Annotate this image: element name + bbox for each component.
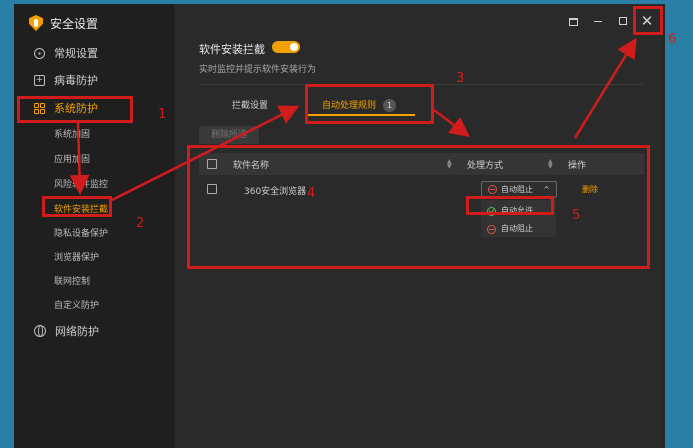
sidebar-item-general[interactable]: 常规设置: [34, 45, 98, 61]
option-label: 自动阻止: [501, 224, 533, 233]
subitem-browser-protect[interactable]: 浏览器保护: [54, 250, 99, 263]
settings-window: 安全设置 常规设置 + 病毒防护 系统防护 系统加固 应用加固 风险软件监控 软…: [14, 4, 665, 448]
option-label: 自动允许: [501, 206, 533, 215]
sidebar-item-label: 病毒防护: [54, 74, 98, 87]
app-brand: 安全设置: [29, 13, 98, 33]
subitem-custom-protect[interactable]: 自定义防护: [54, 298, 99, 311]
maximize-button[interactable]: [616, 14, 630, 28]
block-icon: [487, 225, 496, 234]
subitem-privacy-device[interactable]: 隐私设备保护: [54, 226, 108, 239]
check-circle-icon: [487, 207, 496, 216]
rules-table: 软件名称 ▲ ▼ 处理方式 ▲ ▼ 操作 360安全浏览器 自动阻止 ^ 删除: [199, 153, 644, 205]
subitem-install-block[interactable]: 软件安装拦截: [54, 202, 108, 215]
table-row: 360安全浏览器 自动阻止 ^ 删除: [199, 181, 644, 205]
annotation-number-5: 5: [572, 208, 581, 223]
table-header: 软件名称 ▲ ▼ 处理方式 ▲ ▼ 操作: [199, 153, 644, 175]
section-title: 软件安装拦截: [199, 43, 265, 56]
plus-box-icon: +: [34, 74, 45, 86]
sidebar-item-virus[interactable]: + 病毒防护: [34, 72, 98, 88]
sidebar-item-system[interactable]: 系统防护: [34, 100, 98, 116]
annotation-number-4: 4: [307, 186, 316, 201]
tab-auto-rules[interactable]: 自动处理规则 1: [322, 98, 397, 112]
globe-icon: [34, 325, 46, 337]
app-title: 安全设置: [50, 16, 99, 31]
close-button[interactable]: ✕: [640, 14, 654, 29]
tab-label: 自动处理规则: [322, 101, 377, 111]
row-checkbox[interactable]: [207, 184, 217, 194]
header-operation: 操作: [568, 161, 587, 171]
minimize-button[interactable]: [591, 14, 605, 28]
select-all-checkbox[interactable]: [207, 159, 217, 169]
delete-link[interactable]: 删除: [582, 184, 598, 195]
option-auto-block[interactable]: 自动阻止: [481, 221, 556, 237]
annotation-number-2: 2: [136, 216, 145, 231]
shield-logo-icon: [29, 15, 43, 31]
tab-underline: [307, 114, 415, 116]
delete-selected-button[interactable]: 删除所选: [199, 126, 259, 144]
sort-icon[interactable]: ▲ ▼: [447, 159, 452, 170]
sort-icon[interactable]: ▲ ▼: [548, 159, 553, 170]
chevron-up-icon: ^: [543, 185, 550, 194]
tab-count-badge: 1: [383, 99, 397, 112]
grid-icon: [34, 102, 45, 114]
sidebar-item-label: 常规设置: [54, 47, 98, 60]
main-panel: ✕ 软件安装拦截 实时监控并提示软件安装行为 拦截设置 自动处理规则 1 删除所选…: [175, 4, 665, 448]
skin-icon[interactable]: [566, 14, 580, 28]
scrollbar[interactable]: [662, 4, 665, 448]
annotation-number-6: 6: [668, 32, 677, 47]
action-select-value: 自动阻止: [501, 185, 533, 194]
section-description: 实时监控并提示软件安装行为: [199, 65, 317, 75]
sidebar-item-label: 网络防护: [55, 325, 99, 338]
subitem-network-control[interactable]: 联网控制: [54, 274, 90, 287]
tab-block-settings[interactable]: 拦截设置: [232, 98, 268, 111]
header-software-name: 软件名称: [233, 161, 270, 171]
sidebar-item-label: 系统防护: [54, 102, 98, 115]
header-action: 处理方式: [467, 161, 504, 171]
action-select[interactable]: 自动阻止 ^: [481, 181, 557, 198]
sidebar-item-network[interactable]: 网络防护: [34, 323, 99, 339]
annotation-number-1: 1: [158, 107, 167, 122]
install-block-toggle[interactable]: [272, 41, 300, 53]
software-name: 360安全浏览器: [244, 187, 307, 197]
block-icon: [488, 185, 497, 194]
annotation-number-3: 3: [456, 71, 465, 86]
settings-circle-icon: [34, 47, 45, 59]
action-dropdown: 自动允许 自动阻止: [481, 200, 556, 237]
option-auto-allow[interactable]: 自动允许: [481, 203, 556, 219]
sidebar: 安全设置 常规设置 + 病毒防护 系统防护 系统加固 应用加固 风险软件监控 软…: [14, 4, 175, 448]
subitem-risk-software[interactable]: 风险软件监控: [54, 177, 108, 190]
subitem-system-hardening[interactable]: 系统加固: [54, 127, 90, 140]
divider: [199, 84, 644, 85]
subitem-app-hardening[interactable]: 应用加固: [54, 152, 90, 165]
tab-label: 拦截设置: [232, 101, 269, 111]
